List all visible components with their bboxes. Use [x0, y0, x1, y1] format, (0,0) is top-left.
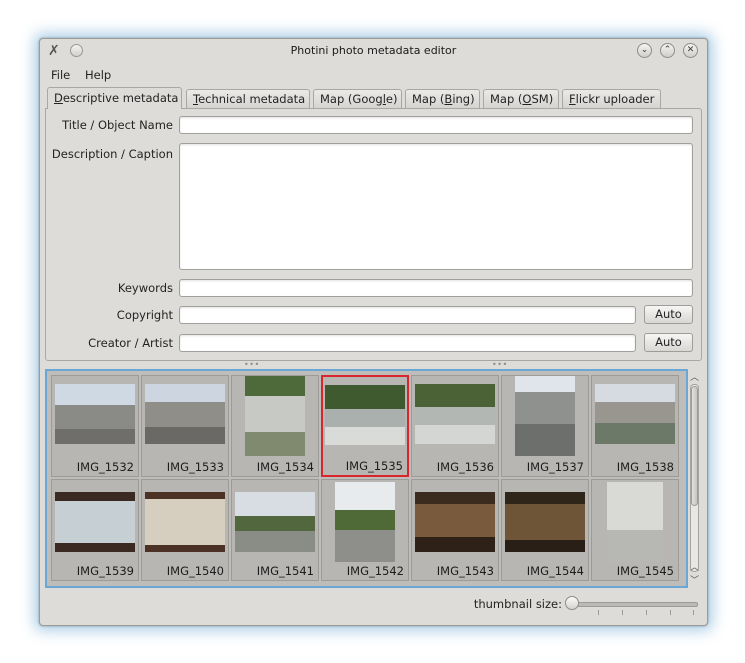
thumbnail-item[interactable]: IMG_1532: [51, 375, 139, 477]
thumbnail-item[interactable]: IMG_1535: [321, 375, 409, 477]
thumbnail-caption: IMG_1535: [345, 459, 403, 473]
tab-map-google[interactable]: Map (Google): [313, 89, 402, 108]
close-button[interactable]: ✕: [683, 43, 698, 58]
thumbnail-caption: IMG_1542: [346, 564, 404, 578]
thumbnail-caption: IMG_1543: [436, 564, 494, 578]
thumbnail-caption: IMG_1544: [526, 564, 584, 578]
thumbnail-caption: IMG_1536: [436, 460, 494, 474]
thumbnail-caption: IMG_1537: [526, 460, 584, 474]
slider-tick: [598, 610, 599, 615]
tab-descriptive-metadata[interactable]: Descriptive metadata: [47, 87, 182, 109]
thumbnail-size-label: thumbnail size:: [473, 597, 562, 611]
slider-tick: [646, 610, 647, 615]
thumbnail-image: [515, 376, 575, 456]
slider-tick: [693, 610, 694, 615]
thumbnail-caption: IMG_1532: [76, 460, 134, 474]
tab-flickr-uploader[interactable]: Flickr uploader: [562, 89, 661, 108]
thumbnail-image: [145, 384, 225, 444]
thumbnail-item[interactable]: IMG_1536: [411, 375, 499, 477]
scroll-up-arrow-bottom-icon[interactable]: ︿: [690, 560, 699, 573]
title-bar: ✗ Photini photo metadata editor ⌄ ⌃ ✕: [40, 39, 707, 63]
splitter-handle-left[interactable]: • • •: [244, 360, 259, 369]
description-label: Description / Caption: [51, 147, 173, 161]
minimize-button[interactable]: ⌄: [637, 43, 652, 58]
tab-map-osm[interactable]: Map (OSM): [483, 89, 559, 108]
splitter-handle-right[interactable]: • • •: [492, 360, 507, 369]
thumbnail-image: [325, 385, 405, 445]
thumbnail-item[interactable]: IMG_1537: [501, 375, 589, 477]
creator-auto-button[interactable]: Auto: [644, 333, 693, 352]
description-textarea[interactable]: [179, 143, 693, 270]
scroll-handle[interactable]: [691, 386, 698, 506]
thumbnail-item[interactable]: IMG_1541: [231, 479, 319, 581]
thumbnail-image: [145, 492, 225, 552]
tab-map-bing[interactable]: Map (Bing): [405, 89, 480, 108]
thumbnail-caption: IMG_1545: [616, 564, 674, 578]
thumbnail-size-slider-handle[interactable]: [565, 596, 579, 610]
thumbnail-image: [55, 384, 135, 444]
thumbnail-caption: IMG_1540: [166, 564, 224, 578]
thumbnail-item[interactable]: IMG_1538: [591, 375, 679, 477]
main-window: ✗ Photini photo metadata editor ⌄ ⌃ ✕ Fi…: [39, 38, 708, 626]
keywords-label: Keywords: [117, 281, 173, 295]
thumbnail-image: [415, 492, 495, 552]
thumbnail-item[interactable]: IMG_1534: [231, 375, 319, 477]
thumbnail-caption: IMG_1541: [256, 564, 314, 578]
keywords-input[interactable]: [179, 279, 693, 297]
slider-tick: [622, 610, 623, 615]
menu-file[interactable]: File: [45, 67, 76, 83]
title-label: Title / Object Name: [62, 118, 173, 132]
copyright-input[interactable]: [179, 306, 636, 324]
thumbnail-item[interactable]: IMG_1533: [141, 375, 229, 477]
thumbnail-item[interactable]: IMG_1542: [321, 479, 409, 581]
scroll-down-arrow-icon[interactable]: ﹀: [690, 573, 699, 586]
thumbnail-caption: IMG_1533: [166, 460, 224, 474]
maximize-button[interactable]: ⌃: [660, 43, 675, 58]
tab-technical-metadata[interactable]: Technical metadata: [186, 89, 310, 108]
slider-tick: [670, 610, 671, 615]
menu-help[interactable]: Help: [79, 67, 117, 83]
copyright-label: Copyright: [116, 308, 173, 322]
thumbnail-image: [235, 492, 315, 552]
thumbnail-image: [55, 492, 135, 552]
thumbnail-image: [245, 376, 305, 456]
window-title: Photini photo metadata editor: [290, 44, 457, 57]
scroll-up-arrow-icon[interactable]: ︿: [690, 370, 699, 383]
thumbnail-caption: IMG_1534: [256, 460, 314, 474]
thumbnail-item[interactable]: IMG_1544: [501, 479, 589, 581]
title-input[interactable]: [179, 116, 693, 134]
creator-label: Creator / Artist: [88, 336, 173, 350]
thumbnail-grid: IMG_1532 IMG_1533 IMG_1534 IMG_1535 IMG_1536…: [45, 369, 688, 588]
thumbnail-caption: IMG_1539: [76, 564, 134, 578]
thumbnail-image: [595, 384, 675, 444]
tab-bar: Descriptive metadata Technical metadata …: [47, 87, 701, 109]
thumbnail-item[interactable]: IMG_1543: [411, 479, 499, 581]
thumbnail-size-slider[interactable]: [570, 602, 698, 607]
thumbnail-item[interactable]: IMG_1539: [51, 479, 139, 581]
creator-input[interactable]: [179, 334, 636, 352]
thumbnail-item[interactable]: IMG_1540: [141, 479, 229, 581]
copyright-auto-button[interactable]: Auto: [644, 305, 693, 324]
thumbnail-scrollbar[interactable]: ︿ ︿ ﹀: [688, 370, 702, 588]
thumbnail-caption: IMG_1538: [616, 460, 674, 474]
thumbnail-image: [505, 492, 585, 552]
thumbnail-image: [335, 482, 395, 562]
thumbnail-image: [415, 384, 495, 444]
thumbnail-item[interactable]: IMG_1545: [591, 479, 679, 581]
thumbnail-image: [607, 482, 663, 562]
